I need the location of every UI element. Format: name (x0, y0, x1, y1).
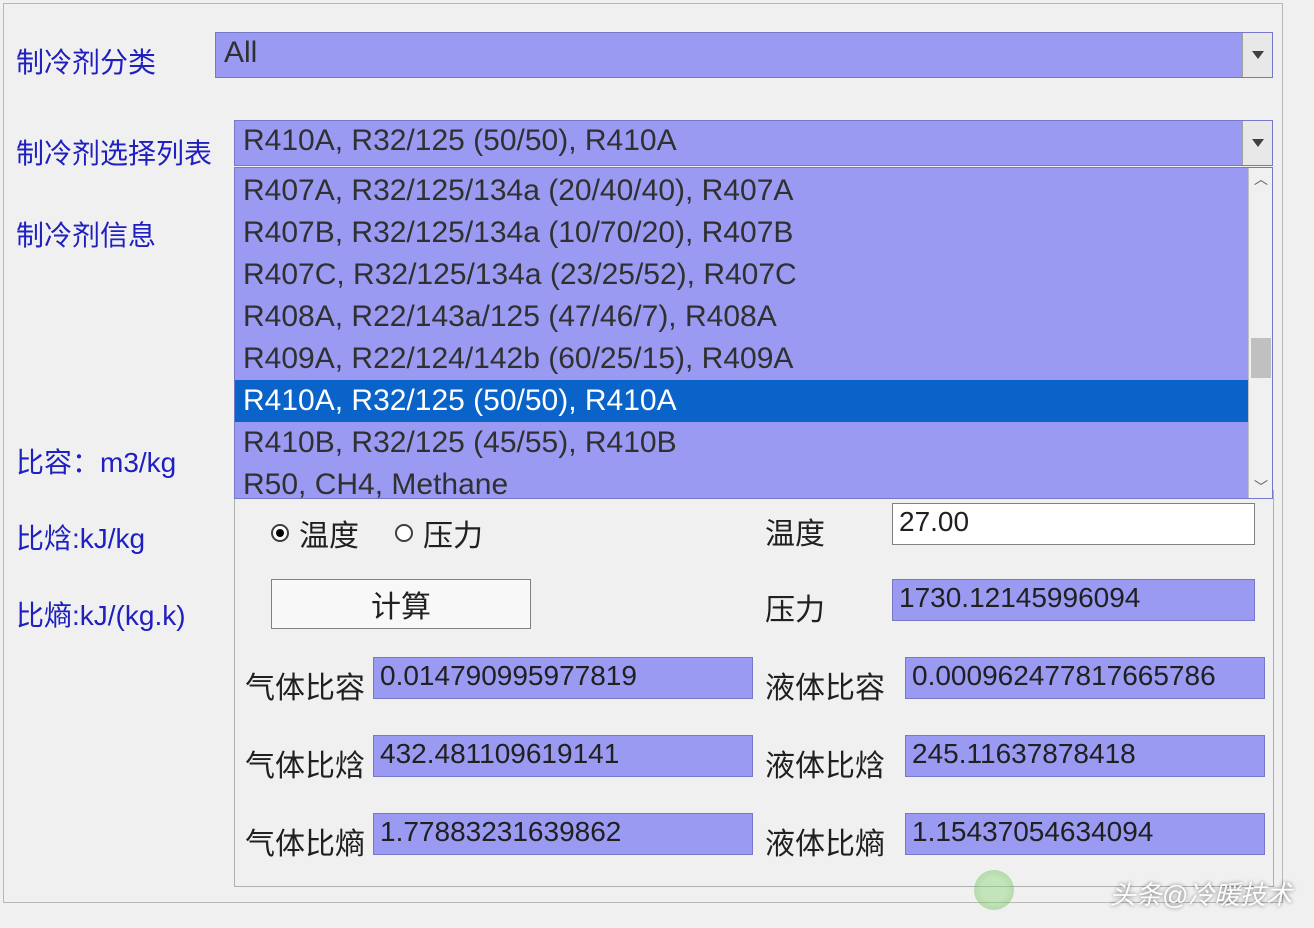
dropdown-item[interactable]: R50, CH4, Methane (235, 464, 1248, 506)
label-info: 制冷剂信息 (16, 214, 156, 254)
main-panel: 制冷剂分类 制冷剂选择列表 制冷剂信息 比容：m3/kg 比焓:kJ/kg 比熵… (3, 3, 1283, 903)
label-liq-enthalpy: 液体比焓 (765, 741, 885, 785)
radio-circle-icon (395, 524, 413, 542)
output-gas-enthalpy-value: 432.481109619141 (380, 738, 619, 769)
dropdown-scrollbar[interactable]: ︿ ﹀ (1248, 168, 1272, 498)
dropdown-item[interactable]: R409A, R22/124/142b (60/25/15), R409A (235, 338, 1248, 380)
calc-groupbox: 温度 压力 温度 27.00 计算 压力 1730.12145996094 气体… (234, 490, 1274, 887)
dropdown-item[interactable]: R408A, R22/143a/125 (47/46/7), R408A (235, 296, 1248, 338)
radio-temperature[interactable]: 温度 (271, 511, 359, 555)
scroll-down-arrow-icon[interactable]: ﹀ (1249, 476, 1273, 498)
dropdown-item[interactable]: R407B, R32/125/134a (10/70/20), R407B (235, 212, 1248, 254)
label-gas-volume: 气体比容 (245, 663, 365, 707)
label-liq-volume: 液体比容 (765, 663, 885, 707)
calculate-button-label: 计算 (371, 582, 431, 626)
output-liq-volume-value: 0.000962477817665786 (912, 660, 1216, 691)
output-gas-volume: 0.014790995977819 (373, 657, 753, 699)
label-specific-entropy: 比熵:kJ/(kg.k) (16, 594, 186, 634)
output-liq-enthalpy-value: 245.11637878418 (912, 738, 1136, 769)
radio-pressure[interactable]: 压力 (395, 511, 483, 555)
scroll-up-arrow-icon[interactable]: ︿ (1249, 168, 1273, 190)
label-temperature: 温度 (765, 509, 825, 553)
label-category: 制冷剂分类 (16, 41, 156, 81)
output-liq-entropy: 1.15437054634094 (905, 813, 1265, 855)
category-combo-value: All (224, 36, 257, 70)
select-dropdown[interactable]: R407A, R32/125/134a (20/40/40), R407AR40… (234, 167, 1273, 499)
category-combo[interactable]: All (215, 32, 1273, 78)
dropdown-item[interactable]: R407C, R32/125/134a (23/25/52), R407C (235, 254, 1248, 296)
output-pressure: 1730.12145996094 (892, 579, 1255, 621)
chevron-down-icon (1252, 51, 1264, 59)
dropdown-item[interactable]: R407A, R32/125/134a (20/40/40), R407A (235, 170, 1248, 212)
chevron-down-icon (1252, 139, 1264, 147)
scroll-thumb[interactable] (1251, 338, 1271, 378)
select-combo-button[interactable] (1242, 121, 1272, 165)
label-specific-enthalpy: 比焓:kJ/kg (16, 517, 145, 557)
output-gas-entropy-value: 1.77883231639862 (380, 816, 621, 847)
output-gas-volume-value: 0.014790995977819 (380, 660, 637, 691)
label-liq-entropy: 液体比熵 (765, 819, 885, 863)
input-temperature[interactable]: 27.00 (892, 503, 1255, 545)
label-specific-volume: 比容：m3/kg (16, 441, 176, 481)
output-gas-entropy: 1.77883231639862 (373, 813, 753, 855)
radio-pressure-label: 压力 (423, 511, 483, 555)
radio-temperature-label: 温度 (299, 511, 359, 555)
select-combo[interactable]: R410A, R32/125 (50/50), R410A (234, 120, 1273, 166)
label-gas-enthalpy: 气体比焓 (245, 741, 365, 785)
input-temperature-value: 27.00 (899, 506, 969, 537)
output-liq-volume: 0.000962477817665786 (905, 657, 1265, 699)
select-combo-value: R410A, R32/125 (50/50), R410A (243, 124, 677, 158)
output-liq-enthalpy: 245.11637878418 (905, 735, 1265, 777)
dropdown-item[interactable]: R410B, R32/125 (45/55), R410B (235, 422, 1248, 464)
calculate-button[interactable]: 计算 (271, 579, 531, 629)
label-select-list: 制冷剂选择列表 (16, 132, 212, 172)
output-liq-entropy-value: 1.15437054634094 (912, 816, 1153, 847)
output-pressure-value: 1730.12145996094 (899, 582, 1140, 613)
category-combo-button[interactable] (1242, 33, 1272, 77)
radio-dot-icon (271, 524, 289, 542)
output-gas-enthalpy: 432.481109619141 (373, 735, 753, 777)
dropdown-item[interactable]: R410A, R32/125 (50/50), R410A (235, 380, 1248, 422)
label-pressure: 压力 (765, 585, 825, 629)
label-gas-entropy: 气体比熵 (245, 819, 365, 863)
